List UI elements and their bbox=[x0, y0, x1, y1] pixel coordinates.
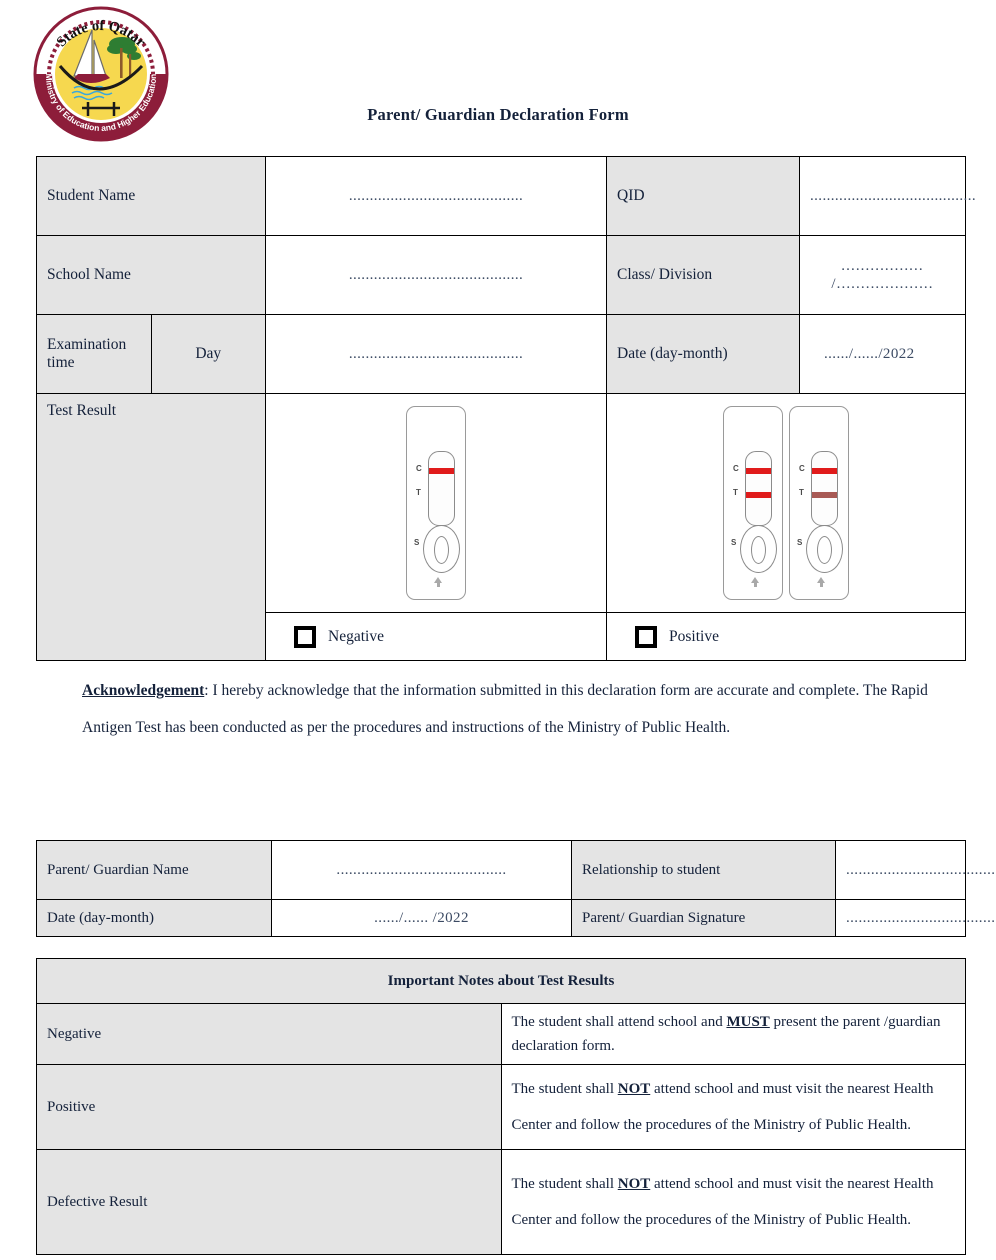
input-parent-guardian-name[interactable]: ........................................… bbox=[336, 862, 506, 878]
cassette-t-marker: T bbox=[416, 488, 421, 498]
cassette-sample-well bbox=[423, 525, 460, 574]
cassette-result-window bbox=[745, 451, 772, 527]
cassette-result-window bbox=[811, 451, 838, 527]
cassette-sample-well-inner bbox=[434, 536, 449, 565]
control-line-band bbox=[429, 468, 454, 475]
control-line-band bbox=[746, 468, 771, 475]
negative-checkbox[interactable] bbox=[294, 625, 316, 648]
important-notes-table-wrapper: Important Notes about Test Results Negat… bbox=[36, 958, 966, 1255]
label-date-day-month: Date (day-month) bbox=[606, 314, 800, 394]
acknowledgement-text: : I hereby acknowledge that the informat… bbox=[82, 682, 928, 736]
acknowledgement-paragraph: Acknowledgement: I hereby acknowledge th… bbox=[82, 672, 962, 746]
label-qid: QID bbox=[606, 156, 800, 236]
input-student-name[interactable]: ........................................… bbox=[349, 188, 523, 204]
cassette-s-marker: S bbox=[731, 538, 737, 548]
table-row-note-positive: Positive The student shall NOT attend sc… bbox=[36, 1064, 966, 1150]
note-defective-emphasis: NOT bbox=[617, 1176, 651, 1192]
student-info-table-wrapper: Student Name ...........................… bbox=[36, 156, 976, 661]
notes-table-header: Important Notes about Test Results bbox=[36, 958, 966, 1004]
table-row-test-result-images: Test Result C T S C T S C T S bbox=[36, 392, 966, 661]
note-text-negative: The student shall attend school and MUST… bbox=[500, 1003, 966, 1065]
control-line-band bbox=[812, 468, 837, 475]
test-line-band-faint bbox=[812, 492, 837, 499]
table-row-note-negative: Negative The student shall attend school… bbox=[36, 1003, 966, 1065]
cassette-sample-well bbox=[740, 525, 777, 574]
negative-checkbox-label: Negative bbox=[328, 627, 384, 645]
note-defective-before: The student shall bbox=[511, 1176, 618, 1192]
test-line-band bbox=[746, 492, 771, 499]
positive-checkbox[interactable] bbox=[635, 625, 657, 648]
label-school-name: School Name bbox=[36, 235, 266, 315]
cassette-sample-well-inner bbox=[817, 536, 832, 565]
input-exam-date[interactable]: ....../....../2022 bbox=[824, 346, 915, 362]
table-row-student-name: Student Name ...........................… bbox=[36, 156, 976, 236]
cassette-t-marker: T bbox=[733, 488, 738, 498]
table-row-note-defective: Defective Result The student shall NOT a… bbox=[36, 1149, 966, 1255]
test-cassette: C T S bbox=[723, 406, 783, 601]
note-label-defective: Defective Result bbox=[36, 1149, 502, 1255]
label-parent-guardian-name: Parent/ Guardian Name bbox=[36, 840, 272, 900]
up-arrow-icon bbox=[817, 577, 825, 588]
cassette-sample-well-inner bbox=[751, 536, 766, 565]
up-arrow-icon bbox=[434, 577, 442, 588]
important-notes-table: Important Notes about Test Results Negat… bbox=[36, 958, 966, 1255]
guardian-info-table: Parent/ Guardian Name ..................… bbox=[36, 840, 996, 937]
label-student-name: Student Name bbox=[36, 156, 266, 236]
note-label-positive: Positive bbox=[36, 1064, 502, 1150]
input-guardian-signature[interactable]: ....................................... bbox=[846, 910, 996, 926]
note-positive-emphasis: NOT bbox=[617, 1081, 651, 1097]
label-examination-time: Examination time bbox=[36, 314, 152, 394]
note-negative-before: The student shall attend school and bbox=[511, 1014, 727, 1030]
table-row-guardian-name: Parent/ Guardian Name ..................… bbox=[36, 840, 996, 900]
label-guardian-signature: Parent/ Guardian Signature bbox=[571, 899, 836, 937]
input-qid[interactable]: ........................................ bbox=[810, 188, 976, 204]
cassette-result-window bbox=[428, 451, 455, 527]
cassette-negative-illustration: C T S bbox=[265, 392, 607, 614]
label-class-division: Class/ Division bbox=[606, 235, 800, 315]
table-row-examination-time: Examination time Day ...................… bbox=[36, 314, 966, 394]
cassette-s-marker: S bbox=[797, 538, 803, 548]
cassette-positive-illustration: C T S C T S bbox=[606, 392, 966, 614]
document-header: State of Qatar Ministry of Education and… bbox=[0, 0, 996, 150]
cassette-s-marker: S bbox=[414, 538, 420, 548]
student-info-table: Student Name ...........................… bbox=[36, 156, 976, 661]
input-school-name[interactable]: ........................................… bbox=[349, 267, 523, 283]
input-guardian-date[interactable]: ....../...... /2022 bbox=[374, 910, 469, 926]
label-test-result: Test Result bbox=[36, 393, 266, 661]
cassette-t-marker: T bbox=[799, 488, 804, 498]
input-relationship-to-student[interactable]: ....................................... bbox=[846, 862, 996, 878]
label-guardian-date: Date (day-month) bbox=[36, 899, 272, 937]
test-cassette: C T S bbox=[406, 406, 466, 601]
table-row-notes-header: Important Notes about Test Results bbox=[36, 958, 966, 1004]
negative-result-option[interactable]: Negative bbox=[265, 612, 607, 661]
note-negative-emphasis: MUST bbox=[726, 1014, 770, 1030]
note-text-defective: The student shall NOT attend school and … bbox=[500, 1149, 966, 1255]
note-positive-before: The student shall bbox=[511, 1081, 618, 1097]
label-day: Day bbox=[150, 314, 266, 394]
test-cassette: C T S bbox=[789, 406, 849, 601]
note-label-negative: Negative bbox=[36, 1003, 502, 1065]
table-row-guardian-date-signature: Date (day-month) ....../...... /2022 Par… bbox=[36, 899, 996, 937]
input-class-division[interactable]: ................. /.................... bbox=[831, 258, 933, 292]
positive-result-option[interactable]: Positive bbox=[606, 612, 966, 661]
input-examination-day[interactable]: ........................................… bbox=[349, 346, 523, 362]
guardian-info-table-wrapper: Parent/ Guardian Name ..................… bbox=[36, 840, 996, 937]
cassette-sample-well bbox=[806, 525, 843, 574]
up-arrow-icon bbox=[751, 577, 759, 588]
cassette-c-marker: C bbox=[799, 464, 805, 474]
positive-checkbox-label: Positive bbox=[669, 627, 719, 645]
cassette-c-marker: C bbox=[416, 464, 422, 474]
table-row-school-name: School Name ............................… bbox=[36, 235, 966, 315]
page-title: Parent/ Guardian Declaration Form bbox=[367, 105, 629, 124]
label-relationship-to-student: Relationship to student bbox=[571, 840, 836, 900]
cassette-c-marker: C bbox=[733, 464, 739, 474]
note-text-positive: The student shall NOT attend school and … bbox=[500, 1064, 966, 1150]
acknowledgement-heading: Acknowledgement bbox=[82, 682, 205, 699]
